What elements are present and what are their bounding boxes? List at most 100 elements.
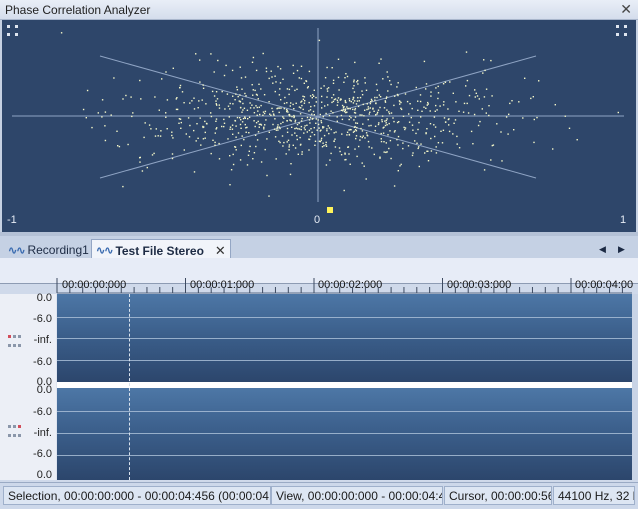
scatter-dot: [349, 128, 351, 131]
scatter-dot: [262, 111, 265, 113]
scatter-dot: [482, 72, 484, 74]
scatter-dot: [315, 96, 317, 99]
scatter-dot: [295, 127, 298, 129]
scatter-dot: [275, 129, 278, 131]
scatter-dot: [344, 99, 346, 102]
scatter-dot: [367, 140, 370, 143]
scatter-dot: [490, 159, 492, 161]
status-cursor[interactable]: Cursor, 00:00:00:560: [444, 486, 552, 505]
scatter-dot: [342, 106, 345, 109]
scatter-dot: [375, 114, 377, 116]
scatter-dot: [297, 128, 299, 130]
scatter-dot: [257, 110, 259, 112]
scatter-dot: [378, 62, 380, 64]
scatter-dot: [101, 99, 104, 101]
scatter-dot: [412, 129, 414, 131]
scatter-dot: [343, 189, 345, 192]
scatter-dot: [366, 135, 369, 137]
scatter-dot: [358, 100, 360, 102]
tab-recording1[interactable]: ∿∿ Recording1: [4, 240, 93, 260]
close-icon[interactable]: ✕: [620, 1, 632, 18]
scatter-dot: [228, 116, 230, 118]
scatter-dot: [354, 148, 356, 150]
scroll-tabs-right-icon[interactable]: ▶: [618, 244, 625, 255]
scatter-dot: [279, 127, 281, 130]
scatter-dot: [327, 104, 329, 106]
scatter-dot: [342, 108, 345, 110]
scatter-dot: [397, 135, 400, 138]
scatter-dot: [353, 91, 356, 93]
scatter-dot: [445, 121, 447, 123]
scatter-dot: [202, 84, 204, 86]
scatter-dot: [365, 178, 367, 180]
scatter-dot: [326, 88, 328, 90]
scatter-dot: [255, 105, 257, 107]
scatter-dot: [437, 85, 439, 88]
scatter-dot: [410, 116, 412, 119]
scatter-dot: [348, 129, 350, 131]
scatter-dot: [386, 124, 388, 126]
scatter-dot: [423, 60, 426, 63]
scatter-dot: [362, 135, 364, 137]
scatter-dot: [279, 141, 281, 144]
tab-close-icon[interactable]: ✕: [215, 243, 226, 259]
scatter-dot: [349, 108, 351, 110]
channel-2-toggle-icon[interactable]: [7, 424, 23, 438]
scatter-dot: [227, 138, 229, 140]
scatter-dot: [490, 59, 492, 62]
scatter-dot: [328, 114, 331, 117]
scatter-dot: [144, 122, 146, 124]
scatter-dot: [390, 112, 393, 114]
scatter-dot: [159, 135, 162, 137]
scatter-dot: [243, 107, 246, 109]
scatter-dot: [397, 170, 399, 172]
scatter-dot: [396, 86, 398, 88]
waveform-editor[interactable]: 0.0 -6.0 -inf. -6.0 0.0 0.0 -6.0 -inf. -…: [0, 292, 638, 481]
scatter-dot: [417, 100, 419, 102]
scatter-dot: [263, 128, 265, 130]
status-view[interactable]: View, 00:00:00:000 - 00:00:04:456: [271, 486, 443, 505]
scatter-dot: [237, 132, 240, 134]
status-format[interactable]: 44100 Hz, 32 b: [553, 486, 635, 505]
scatter-dot: [328, 132, 330, 135]
scatter-dot: [369, 107, 371, 109]
scatter-dot: [117, 145, 119, 147]
scatter-dot: [346, 131, 349, 133]
scatter-dot: [359, 139, 361, 141]
scatter-dot: [315, 101, 317, 103]
scatter-dot: [416, 142, 418, 144]
scatter-dot: [280, 107, 282, 109]
scatter-dot: [301, 104, 303, 107]
scatter-dot: [234, 119, 236, 122]
scatter-dot: [352, 97, 355, 99]
scroll-tabs-left-icon[interactable]: ◀: [599, 244, 606, 255]
scatter-dot: [396, 121, 399, 124]
scatter-dot: [193, 97, 195, 99]
scatter-dot: [269, 113, 271, 115]
scatter-dot: [279, 88, 281, 90]
channel-2-waveform[interactable]: [57, 388, 632, 480]
scatter-dot: [196, 123, 198, 125]
scatter-dot: [288, 93, 290, 96]
grip-icon[interactable]: [616, 25, 628, 37]
scatter-dot: [384, 100, 386, 102]
vertical-scrollbar[interactable]: [632, 294, 638, 480]
scatter-dot: [263, 94, 266, 96]
scatter-dot: [418, 121, 420, 124]
status-selection[interactable]: Selection, 00:00:00:000 - 00:00:04:456 (…: [3, 486, 271, 505]
channel-1-toggle-icon[interactable]: [7, 334, 23, 348]
scatter-dot: [434, 135, 436, 138]
scatter-dot: [293, 108, 295, 110]
scatter-dot: [253, 107, 255, 109]
scatter-dot: [217, 59, 219, 62]
scatter-dot: [332, 79, 335, 81]
playback-cursor[interactable]: [129, 294, 130, 480]
channel-1-waveform[interactable]: [57, 294, 632, 382]
grip-icon[interactable]: [7, 25, 19, 37]
scatter-dot: [310, 128, 312, 130]
scatter-dot: [329, 159, 331, 161]
scatter-dot: [356, 155, 358, 158]
scatter-dot: [286, 88, 289, 90]
scatter-dot: [300, 77, 303, 80]
scatter-dot: [362, 123, 364, 125]
